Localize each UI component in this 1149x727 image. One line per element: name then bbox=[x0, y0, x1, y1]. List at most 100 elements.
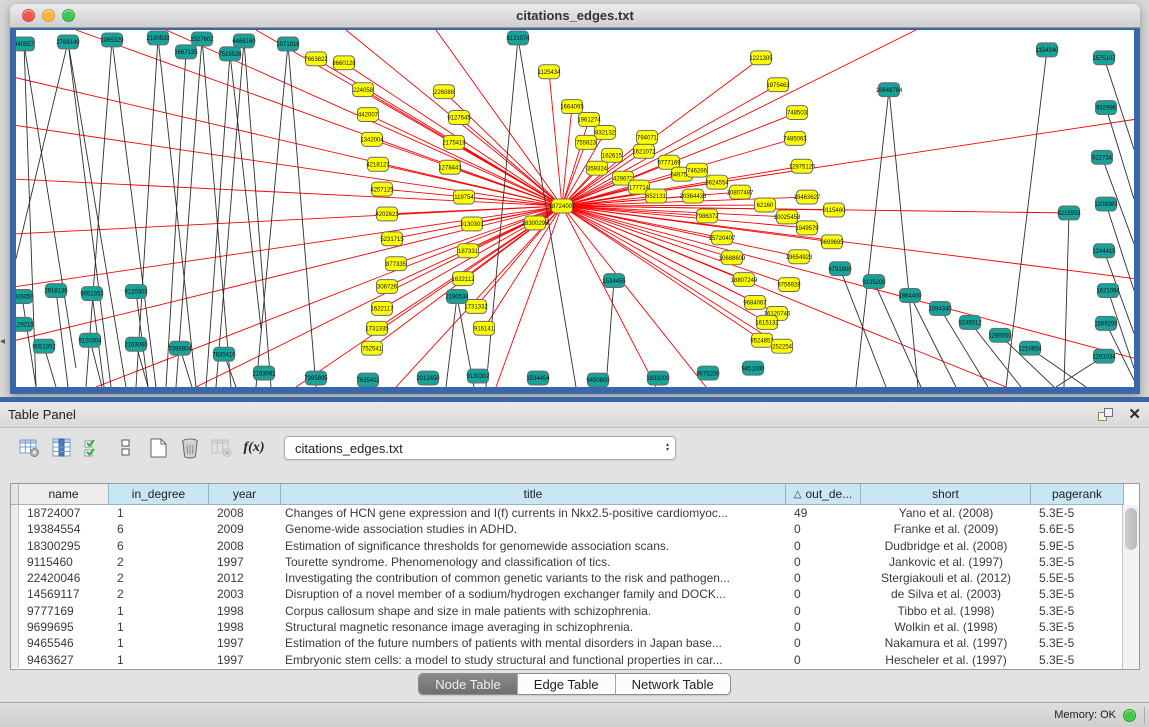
function-builder-icon[interactable]: f(x) bbox=[238, 434, 270, 462]
memory-ok-icon[interactable] bbox=[1123, 709, 1136, 722]
show-columns-icon[interactable] bbox=[46, 434, 78, 462]
graph-node-label: 2190534 bbox=[445, 295, 469, 301]
cell-short: Jankovic et al. (1997) bbox=[861, 554, 1031, 570]
table-row[interactable]: 1830029562008Estimation of significance … bbox=[11, 538, 1139, 554]
tab-network-table[interactable]: Network Table bbox=[616, 674, 730, 694]
citation-edge-black[interactable] bbox=[256, 44, 288, 387]
cell-pagerank: 5.6E-5 bbox=[1031, 521, 1124, 537]
graph-node-label: 1094340 bbox=[928, 307, 952, 313]
graph-node-label: 9684067 bbox=[743, 301, 767, 307]
citation-edge-red[interactable] bbox=[16, 78, 562, 206]
citation-edge-black[interactable] bbox=[606, 281, 614, 387]
row-gutter bbox=[11, 603, 19, 619]
graph-node-label: 119754 bbox=[454, 195, 474, 201]
citation-edge-red[interactable] bbox=[549, 72, 562, 206]
table-row[interactable]: 946554611997Estimation of the future num… bbox=[11, 635, 1139, 651]
cell-name: 9115460 bbox=[19, 554, 109, 570]
cell-name: 22420046 bbox=[19, 570, 109, 586]
citation-edge-black[interactable] bbox=[288, 44, 316, 387]
citation-edge-black[interactable] bbox=[1006, 50, 1047, 387]
graph-node-label: 1731335 bbox=[365, 327, 389, 333]
citation-edge-black[interactable] bbox=[446, 297, 457, 387]
graph-node-label: 832132 bbox=[595, 131, 616, 137]
citation-edge-black[interactable] bbox=[856, 90, 889, 387]
column-header-year[interactable]: year bbox=[209, 484, 281, 505]
tab-edge-table[interactable]: Edge Table bbox=[518, 674, 616, 694]
citation-edge-red[interactable] bbox=[96, 206, 562, 387]
citation-edge-black[interactable] bbox=[112, 40, 156, 387]
table-selector[interactable]: citations_edges.txt ▴▾ bbox=[284, 436, 676, 460]
table-vertical-scrollbar[interactable] bbox=[1122, 505, 1139, 669]
graph-node-label: 1575107 bbox=[1092, 56, 1116, 62]
citation-edge-black[interactable] bbox=[202, 39, 231, 387]
column-header-short[interactable]: short bbox=[861, 484, 1031, 505]
cell-out-degree: 0 bbox=[786, 635, 861, 651]
citation-edge-black[interactable] bbox=[158, 38, 196, 387]
scrollbar-thumb[interactable] bbox=[1125, 508, 1137, 550]
minimize-button[interactable] bbox=[42, 9, 55, 22]
graph-node-label: 7395805 bbox=[304, 376, 328, 382]
row-gutter bbox=[11, 554, 19, 570]
citation-edge-red[interactable] bbox=[296, 206, 562, 387]
citation-edge-red[interactable] bbox=[562, 206, 706, 387]
table-row[interactable]: 946362711997Embryonic stem cells: a mode… bbox=[11, 652, 1139, 668]
create-column-icon[interactable] bbox=[142, 434, 174, 462]
table-toolbar: f(x) citations_edges.txt ▴▾ bbox=[0, 428, 1149, 468]
cell-title: Genome-wide association studies in ADHD. bbox=[281, 521, 786, 537]
citation-edge-black[interactable] bbox=[166, 52, 186, 387]
column-header-out-degree[interactable]: △out_de... bbox=[786, 484, 861, 505]
table-row[interactable]: 1872400712008Changes of HCN gene express… bbox=[11, 505, 1139, 521]
citation-edge-red[interactable] bbox=[562, 206, 1006, 387]
table-row[interactable]: 1456911722003Disruption of a novel membe… bbox=[11, 586, 1139, 602]
citation-edge-black[interactable] bbox=[889, 90, 918, 387]
column-header-in-degree[interactable]: in_degree bbox=[109, 484, 209, 505]
table-row[interactable]: 977716911998Corpus callosum shape and si… bbox=[11, 603, 1139, 619]
table-mode-icon[interactable] bbox=[14, 434, 46, 462]
graph-node-label: 62160 bbox=[757, 203, 774, 209]
citation-edge-black[interactable] bbox=[24, 44, 36, 387]
float-panel-icon[interactable] bbox=[1098, 408, 1114, 422]
citation-edge-red[interactable] bbox=[562, 58, 761, 206]
graph-node-label: 7986372 bbox=[695, 214, 719, 220]
column-header-name[interactable]: name bbox=[19, 484, 109, 505]
selection-mode-icon[interactable] bbox=[78, 434, 110, 462]
west-panel-collapse-arrow[interactable]: ◂ bbox=[0, 336, 5, 347]
tab-node-table[interactable]: Node Table bbox=[419, 674, 518, 694]
graph-node-label: 1833200 bbox=[646, 376, 670, 382]
row-height-icon[interactable] bbox=[110, 434, 142, 462]
graph-node-label: 187331 bbox=[458, 249, 479, 255]
graph-node-label: 9675200 bbox=[696, 371, 720, 377]
citation-edge-black[interactable] bbox=[16, 42, 68, 259]
cell-name: 9465546 bbox=[19, 635, 109, 651]
column-header-title[interactable]: title bbox=[281, 484, 786, 505]
window-titlebar[interactable]: citations_edges.txt bbox=[10, 4, 1140, 28]
table-row[interactable]: 911546021997Tourette syndrome. Phenomeno… bbox=[11, 554, 1139, 570]
graph-node-label: 916141 bbox=[474, 327, 495, 333]
network-window: citations_edges.txt 18724007794071162107… bbox=[10, 4, 1140, 394]
cell-out-degree: 0 bbox=[786, 570, 861, 586]
cell-year: 1998 bbox=[209, 619, 281, 635]
graph-node-label: 752541 bbox=[362, 346, 383, 352]
citation-edge-red[interactable] bbox=[562, 206, 789, 285]
zoom-button[interactable] bbox=[62, 9, 75, 22]
close-panel-icon[interactable]: ✕ bbox=[1128, 408, 1141, 422]
close-button[interactable] bbox=[22, 9, 35, 22]
cell-in-degree: 1 bbox=[109, 505, 209, 521]
citation-edge-black[interactable] bbox=[176, 39, 202, 387]
citation-edge-red[interactable] bbox=[16, 125, 562, 206]
table-row[interactable]: 2242004622012Investigating the contribut… bbox=[11, 570, 1139, 586]
citation-edge-red[interactable] bbox=[16, 179, 562, 206]
table-row[interactable]: 969969511998Structural magnetic resonanc… bbox=[11, 619, 1139, 635]
cell-in-degree: 2 bbox=[109, 570, 209, 586]
citation-edge-black[interactable] bbox=[136, 38, 158, 387]
graph-node-label: 7635410 bbox=[212, 352, 236, 358]
network-canvas[interactable]: 1872400779407116210729777169649756874626… bbox=[16, 30, 1134, 387]
citation-edge-red[interactable] bbox=[562, 206, 1134, 358]
table-row[interactable]: 1938455462009Genome-wide association stu… bbox=[11, 521, 1139, 537]
delete-columns-icon[interactable] bbox=[174, 434, 206, 462]
column-header-pagerank[interactable]: pagerank bbox=[1031, 484, 1124, 505]
graph-node-label: 18724007 bbox=[549, 204, 576, 210]
cell-name: 19384554 bbox=[19, 521, 109, 537]
delete-table-icon[interactable] bbox=[206, 434, 238, 462]
citation-edge-black[interactable] bbox=[1064, 213, 1069, 387]
